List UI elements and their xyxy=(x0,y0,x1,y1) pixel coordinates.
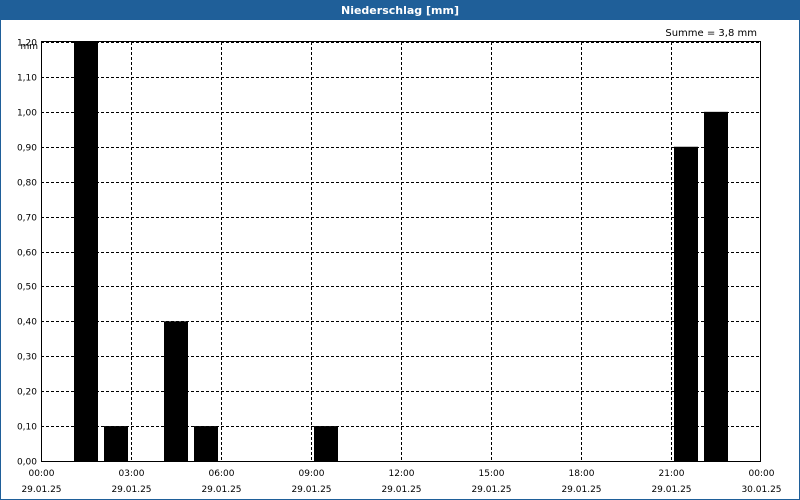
x-tick-time-label: 03:00 xyxy=(119,469,145,479)
y-tick-label: 0,60 xyxy=(17,249,37,259)
precipitation-bar xyxy=(194,426,218,461)
y-tick-label: 0,30 xyxy=(17,353,37,363)
x-tick-date-label: 29.01.25 xyxy=(291,485,331,495)
y-tick-label: 0,70 xyxy=(17,214,37,224)
x-tick-date-label: 29.01.25 xyxy=(21,485,61,495)
precipitation-bar xyxy=(74,42,98,461)
x-tick-time-label: 18:00 xyxy=(569,469,595,479)
precipitation-chart: Summe = 3,8 mm mm 0,000,100,200,300,400,… xyxy=(17,28,782,495)
sum-annotation: Summe = 3,8 mm xyxy=(665,28,757,39)
y-tick-label: 0,20 xyxy=(17,388,37,398)
y-tick-label: 1,10 xyxy=(17,74,37,84)
precipitation-bar xyxy=(164,321,188,461)
x-tick-time-label: 00:00 xyxy=(29,469,55,479)
y-tick-label: 1,00 xyxy=(17,109,37,119)
y-tick-label: 1,20 xyxy=(17,39,37,49)
y-tick-label: 0,00 xyxy=(17,458,37,468)
x-tick-time-label: 00:00 xyxy=(749,469,775,479)
x-tick-date-label: 29.01.25 xyxy=(201,485,241,495)
x-tick-date-label: 29.01.25 xyxy=(111,485,151,495)
x-tick-time-label: 15:00 xyxy=(479,469,505,479)
precipitation-bar xyxy=(104,426,128,461)
chart-window: Niederschlag [mm] Summe = 3,8 mm mm 0,00… xyxy=(0,0,800,500)
x-tick-time-label: 06:00 xyxy=(209,469,235,479)
x-tick-date-label: 29.01.25 xyxy=(651,485,691,495)
x-tick-date-label: 29.01.25 xyxy=(471,485,511,495)
y-tick-label: 0,40 xyxy=(17,318,37,328)
y-tick-label: 0,50 xyxy=(17,283,37,293)
chart-title: Niederschlag [mm] xyxy=(1,1,799,20)
x-tick-date-label: 29.01.25 xyxy=(381,485,421,495)
y-tick-label: 0,80 xyxy=(17,179,37,189)
precipitation-bar xyxy=(674,146,698,461)
y-tick-label: 0,10 xyxy=(17,423,37,433)
precipitation-bar xyxy=(704,111,728,461)
x-tick-time-label: 12:00 xyxy=(389,469,415,479)
x-tick-date-label: 29.01.25 xyxy=(561,485,601,495)
grid-layer xyxy=(41,42,761,461)
x-tick-time-label: 09:00 xyxy=(299,469,325,479)
x-tick-time-label: 21:00 xyxy=(659,469,685,479)
precipitation-bar xyxy=(314,426,338,461)
x-tick-date-label: 30.01.25 xyxy=(741,485,781,495)
y-tick-label: 0,90 xyxy=(17,144,37,154)
